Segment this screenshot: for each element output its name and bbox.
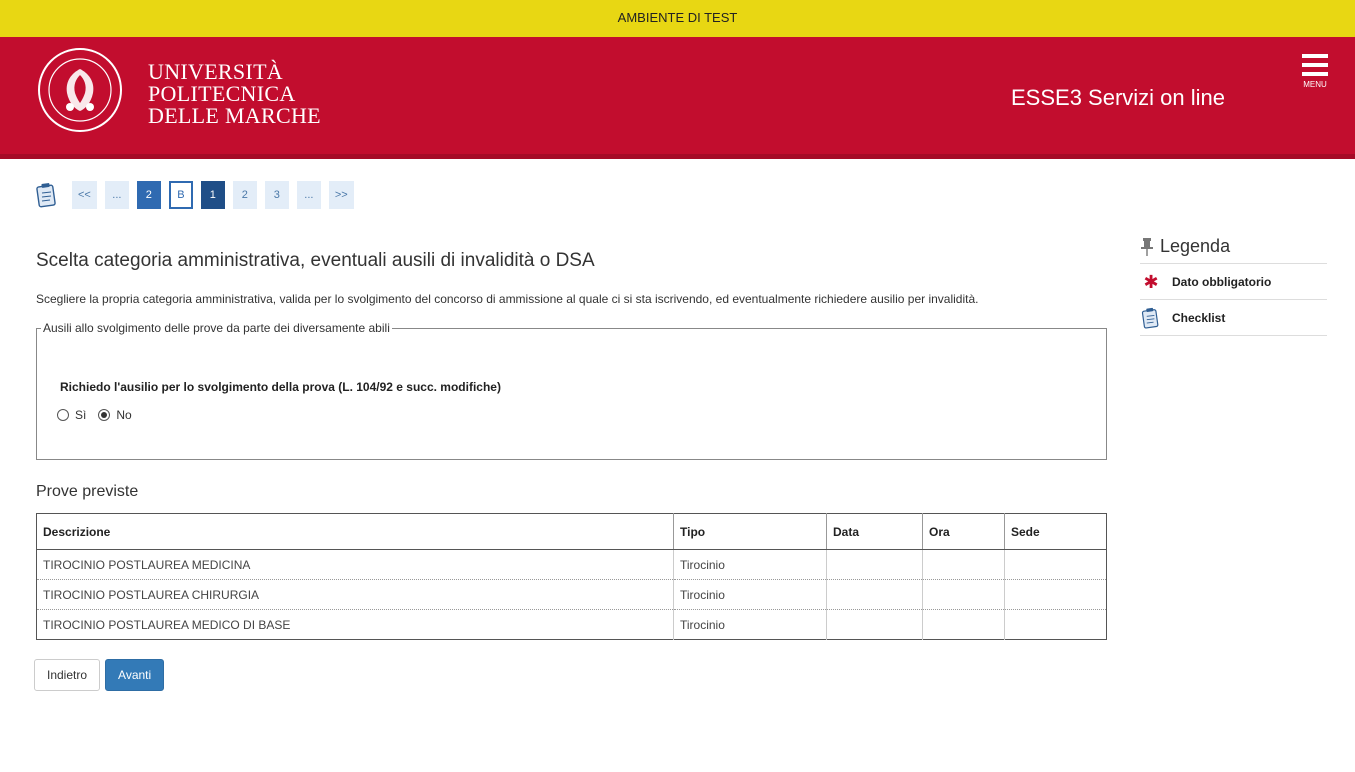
site-header: UNIVERSITÀ POLITECNICA DELLE MARCHE ESSE… [0, 37, 1355, 159]
university-name[interactable]: UNIVERSITÀ POLITECNICA DELLE MARCHE [148, 61, 321, 127]
ausilio-radio-group: Sì No [57, 408, 144, 422]
prove-table: Descrizione Tipo Data Ora Sede TIROCINIO… [36, 513, 1107, 640]
legenda-required-label: Dato obbligatorio [1172, 274, 1272, 289]
col-descrizione: Descrizione [36, 513, 674, 550]
test-environment-banner: AMBIENTE DI TEST [0, 0, 1355, 37]
table-row: TIROCINIO POSTLAUREA CHIRURGIA Tirocinio [36, 579, 1107, 610]
page-intro: Scegliere la propria categoria amministr… [36, 292, 979, 306]
university-name-line: DELLE MARCHE [148, 103, 321, 128]
cell-ora [922, 549, 1005, 580]
radio-si-label: Sì [75, 408, 87, 422]
legenda-required-row: ✱ Dato obbligatorio [1140, 264, 1327, 300]
procedure-stepper: << ... 2 B 1 2 3 ... >> [36, 180, 362, 210]
ausili-legend: Ausili allo svolgimento delle prove da p… [43, 321, 390, 335]
step-last[interactable]: >> [328, 181, 354, 209]
checklist-icon[interactable] [36, 182, 58, 208]
page-title: Scelta categoria amministrativa, eventua… [36, 250, 595, 271]
radio-si[interactable]: Sì [57, 408, 86, 422]
col-sede: Sede [1004, 513, 1107, 550]
checklist-icon [1141, 307, 1159, 329]
radio-no[interactable]: No [98, 408, 132, 422]
cell-ora [922, 579, 1005, 610]
hamburger-icon [1302, 72, 1328, 76]
cell-sede [1004, 609, 1107, 640]
cell-descrizione: TIROCINIO POSTLAUREA CHIRURGIA [36, 579, 674, 610]
legenda-checklist-label: Checklist [1172, 310, 1226, 325]
university-name-line: POLITECNICA [148, 81, 296, 106]
table-row: TIROCINIO POSTLAUREA MEDICO DI BASE Tiro… [36, 609, 1107, 640]
step-first[interactable]: << [72, 181, 97, 209]
back-button[interactable]: Indietro [34, 659, 101, 691]
portal-title: ESSE3 Servizi on line [1011, 85, 1225, 110]
col-tipo: Tipo [673, 513, 827, 550]
next-button[interactable]: Avanti [105, 659, 165, 691]
cell-data [826, 579, 923, 610]
cell-tipo: Tirocinio [673, 579, 827, 610]
legenda-header: Legenda [1140, 230, 1327, 264]
hamburger-icon [1302, 63, 1328, 67]
legenda-title: Legenda [1160, 236, 1231, 256]
step-ellipsis[interactable]: ... [296, 181, 321, 209]
menu-label: MENU [1303, 80, 1327, 89]
university-name-line: UNIVERSITÀ [148, 59, 283, 84]
cell-descrizione: TIROCINIO POSTLAUREA MEDICINA [43, 557, 251, 572]
legenda-panel: Legenda ✱ Dato obbligatorio Checklist [1140, 230, 1327, 336]
asterisk-icon: ✱ [1143, 271, 1159, 292]
legenda-checklist-row: Checklist [1140, 300, 1327, 336]
step-ellipsis[interactable]: ... [104, 181, 129, 209]
col-data: Data [826, 513, 923, 550]
table-row: TIROCINIO POSTLAUREA MEDICINA Tirocinio [37, 549, 1107, 580]
ausilio-question-label: Richiedo l'ausilio per lo svolgimento de… [60, 380, 501, 394]
table-header-row: Descrizione Tipo Data Ora Sede [36, 513, 1107, 550]
cell-data [826, 549, 923, 580]
cell-tipo: Tirocinio [673, 549, 827, 580]
hamburger-icon [1302, 54, 1328, 58]
step-b[interactable]: B [168, 181, 193, 209]
radio-unchecked-icon[interactable] [57, 409, 69, 421]
radio-no-label: No [116, 408, 132, 422]
ausili-fieldset: Ausili allo svolgimento delle prove da p… [36, 321, 1107, 460]
university-seal-logo[interactable] [37, 47, 123, 133]
cell-sede [1004, 549, 1107, 580]
col-ora: Ora [922, 513, 1005, 550]
prove-section-title: Prove previste [36, 483, 139, 500]
cell-ora [922, 609, 1005, 640]
radio-checked-icon[interactable] [98, 409, 111, 421]
step-1-current[interactable]: 1 [200, 181, 225, 209]
cell-data [826, 609, 923, 640]
menu-button[interactable]: MENU [1297, 54, 1333, 98]
cell-tipo: Tirocinio [673, 609, 827, 640]
cell-sede [1004, 579, 1107, 610]
pushpin-icon [1141, 237, 1153, 256]
form-actions: Indietro Avanti [34, 659, 165, 691]
step-2-done[interactable]: 2 [136, 181, 161, 209]
cell-descrizione: TIROCINIO POSTLAUREA MEDICO DI BASE [36, 609, 674, 640]
step-3[interactable]: 3 [264, 181, 289, 209]
step-2[interactable]: 2 [232, 181, 257, 209]
